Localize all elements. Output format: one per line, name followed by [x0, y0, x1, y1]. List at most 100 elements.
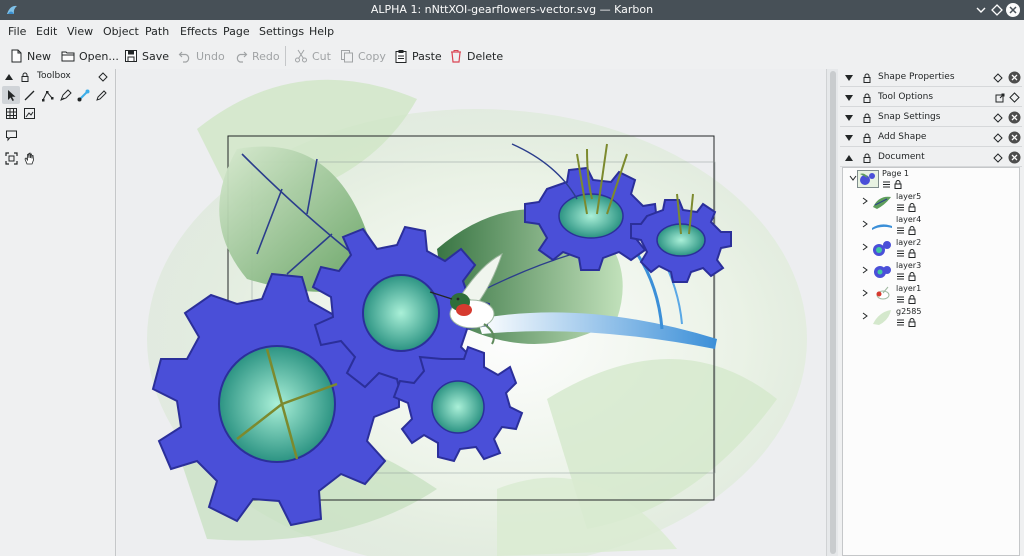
close-icon[interactable]	[1008, 131, 1021, 144]
visibility-icon[interactable]	[896, 203, 905, 212]
expand-arrow-icon[interactable]	[844, 153, 854, 163]
menu-path[interactable]: Path	[145, 25, 169, 38]
lock-icon[interactable]	[908, 226, 916, 235]
docker-title: Shape Properties	[878, 72, 955, 82]
pencil-tool[interactable]	[92, 86, 110, 104]
close-window-button[interactable]	[1005, 2, 1021, 18]
minimize-button[interactable]	[973, 2, 989, 18]
window-export-icon[interactable]	[995, 93, 1005, 103]
menu-help[interactable]: Help	[309, 25, 334, 38]
save-button[interactable]: Save	[124, 46, 169, 66]
menu-object[interactable]: Object	[103, 25, 139, 38]
collapse-arrow-icon[interactable]	[844, 73, 854, 83]
menu-settings[interactable]: Settings	[259, 25, 304, 38]
chevron-right-icon[interactable]	[861, 289, 869, 297]
menu-page[interactable]: Page	[223, 25, 250, 38]
chevron-right-icon[interactable]	[861, 197, 869, 205]
image-tool[interactable]	[20, 104, 38, 122]
chevron-right-icon[interactable]	[861, 312, 869, 320]
collapse-arrow-icon[interactable]	[844, 133, 854, 143]
copy-button[interactable]: Copy	[340, 46, 386, 66]
pen-icon	[59, 88, 72, 101]
pencil-icon	[95, 89, 107, 101]
close-icon[interactable]	[1008, 71, 1021, 84]
visibility-icon[interactable]	[896, 295, 905, 304]
cut-button[interactable]: Cut	[294, 46, 331, 66]
new-document-icon	[11, 49, 22, 63]
vertical-scrollbar[interactable]	[826, 69, 838, 556]
float-diamond-icon[interactable]	[993, 133, 1003, 143]
chevron-right-icon[interactable]	[861, 243, 869, 251]
layer-row-g2585[interactable]: g2585	[843, 307, 1019, 330]
collapse-arrow-icon[interactable]	[4, 72, 14, 82]
collapse-arrow-icon[interactable]	[844, 113, 854, 123]
visibility-icon[interactable]	[882, 180, 891, 189]
docker-snap-settings[interactable]: Snap Settings	[840, 109, 1022, 127]
line-tool[interactable]	[20, 86, 38, 104]
float-diamond-icon[interactable]	[98, 72, 108, 82]
lock-icon[interactable]	[862, 93, 872, 103]
docker-add-shape[interactable]: Add Shape	[840, 129, 1022, 147]
menu-edit[interactable]: Edit	[36, 25, 57, 38]
comment-tool[interactable]	[2, 126, 20, 144]
pan-tool[interactable]	[20, 149, 38, 167]
folder-icon	[61, 51, 75, 62]
lock-icon[interactable]	[862, 73, 872, 83]
pattern-tool[interactable]	[2, 104, 20, 122]
new-button[interactable]: New	[9, 46, 51, 66]
visibility-icon[interactable]	[896, 249, 905, 258]
chevron-right-icon[interactable]	[861, 220, 869, 228]
collapse-arrow-icon[interactable]	[844, 93, 854, 103]
lock-icon[interactable]	[908, 295, 916, 304]
scrollbar-thumb[interactable]	[830, 71, 836, 554]
layer-row-layer5[interactable]: layer5	[843, 192, 1019, 215]
select-tool[interactable]	[2, 86, 20, 104]
float-diamond-icon[interactable]	[1008, 91, 1021, 104]
paste-button[interactable]: Paste	[394, 46, 442, 66]
visibility-icon[interactable]	[896, 226, 905, 235]
line-icon	[24, 90, 34, 100]
toolbox-header[interactable]: Toolbox	[0, 69, 116, 85]
layer-row-layer3[interactable]: layer3	[843, 261, 1019, 284]
lock-icon[interactable]	[908, 272, 916, 281]
open-button[interactable]: Open...	[61, 46, 119, 66]
lock-icon[interactable]	[908, 249, 916, 258]
layer-row-layer2[interactable]: layer2	[843, 238, 1019, 261]
lock-icon[interactable]	[20, 72, 30, 82]
chevron-down-icon[interactable]	[849, 174, 857, 182]
chevron-right-icon[interactable]	[861, 266, 869, 274]
undo-button[interactable]: Undo	[178, 46, 225, 66]
gradient-tool[interactable]	[74, 86, 92, 104]
redo-button[interactable]: Redo	[234, 46, 280, 66]
docker-document[interactable]: Document	[840, 149, 1022, 167]
layer-row-layer4[interactable]: layer4	[843, 215, 1019, 238]
float-diamond-icon[interactable]	[993, 73, 1003, 83]
layer-thumbnail	[874, 266, 891, 278]
delete-button[interactable]: Delete	[449, 46, 503, 66]
menu-file[interactable]: File	[8, 25, 26, 38]
close-icon[interactable]	[1008, 151, 1021, 164]
maximize-button[interactable]	[989, 2, 1005, 18]
visibility-icon[interactable]	[896, 272, 905, 281]
float-diamond-icon[interactable]	[993, 153, 1003, 163]
path-edit-tool[interactable]	[38, 86, 56, 104]
lock-icon[interactable]	[908, 203, 916, 212]
close-icon[interactable]	[1008, 111, 1021, 124]
docker-tool-options[interactable]: Tool Options	[840, 89, 1022, 107]
docker-shape-properties[interactable]: Shape Properties	[840, 69, 1022, 87]
lock-icon[interactable]	[862, 153, 872, 163]
lock-icon[interactable]	[908, 318, 916, 327]
lock-icon[interactable]	[862, 133, 872, 143]
float-diamond-icon[interactable]	[993, 113, 1003, 123]
pen-tool[interactable]	[56, 86, 74, 104]
layer-row-page[interactable]: Page 1	[843, 169, 1019, 192]
zoom-fit-tool[interactable]	[2, 149, 20, 167]
layers-tree[interactable]: Page 1 layer5 layer4 layer2 layer3 layer…	[842, 167, 1020, 556]
menu-view[interactable]: View	[67, 25, 93, 38]
layer-row-layer1[interactable]: layer1	[843, 284, 1019, 307]
visibility-icon[interactable]	[896, 318, 905, 327]
drawing-canvas[interactable]	[117, 69, 826, 556]
menu-effects[interactable]: Effects	[180, 25, 217, 38]
lock-icon[interactable]	[862, 113, 872, 123]
lock-icon[interactable]	[894, 180, 902, 189]
